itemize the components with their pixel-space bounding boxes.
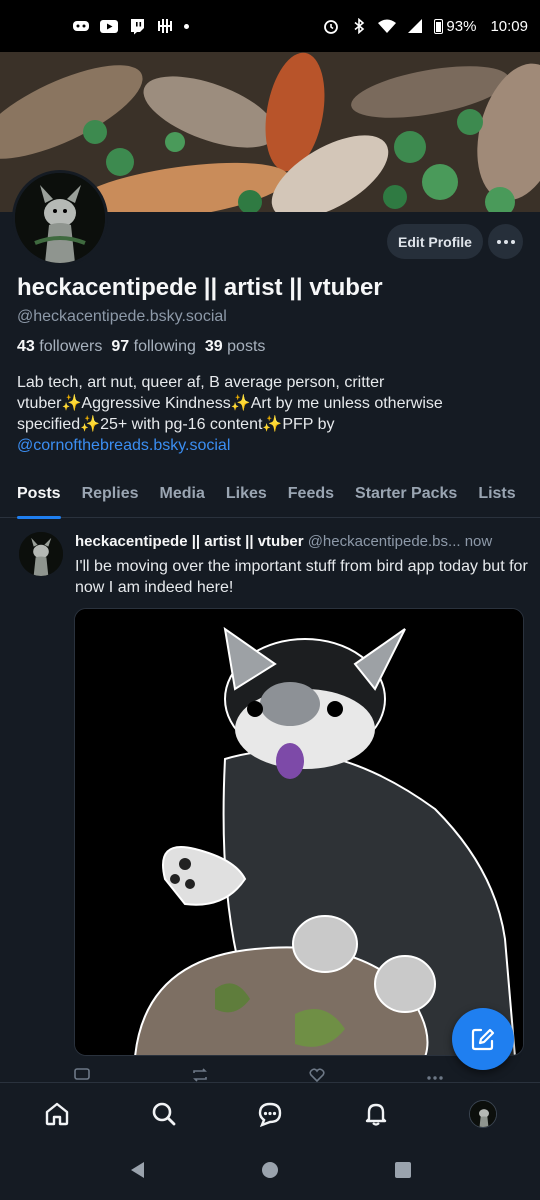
post-author-avatar[interactable] [19,532,63,576]
status-bar: 93% 10:09 [0,0,540,52]
post-image[interactable] [74,608,524,1056]
profile-bio: Lab tech, art nut, queer af, B average p… [17,372,527,456]
youtube-icon [100,17,118,35]
alarm-icon [322,17,340,35]
system-navigation [0,1144,540,1200]
back-icon[interactable] [128,1160,146,1185]
more-dot-icon [503,239,508,244]
bottom-navigation [0,1082,540,1144]
followers-label: followers [39,338,103,355]
edit-profile-button[interactable]: Edit Profile [387,224,483,259]
compose-icon [471,1028,495,1051]
post-timestamp[interactable]: now [465,533,493,550]
more-dot-icon [510,239,515,244]
home-circle-icon[interactable] [261,1161,279,1184]
battery-percent: 93% [446,17,477,35]
tab-starter-packs[interactable]: Starter Packs [355,474,457,518]
wifi-icon [378,17,397,35]
notification-dot [184,23,189,29]
search-icon [152,1102,175,1125]
signal-icon [406,17,424,35]
nav-profile[interactable] [461,1092,505,1136]
status-bar-right: 93% 10:09 [322,17,528,35]
clock: 10:09 [490,17,528,35]
tab-posts[interactable]: Posts [17,474,61,519]
profile-stats: 43 followers 97 following 39 posts [17,338,265,356]
following-count: 97 [111,338,130,355]
compose-post-button[interactable] [452,1008,514,1070]
posts-label: posts [227,338,266,355]
following-label: following [133,338,196,355]
profile-avatar [468,1099,497,1128]
nav-search[interactable] [142,1092,186,1136]
bluetooth-icon [350,17,368,35]
status-bar-left [72,17,189,35]
posts-count: 39 [204,338,223,355]
profile-handle: @heckacentipede.bsky.social [17,308,227,325]
post-header: heckacentipede || artist || vtuber @heck… [75,533,525,550]
profile-tabs: Posts Replies Media Likes Feeds Starter … [0,474,540,519]
more-dot-icon [496,239,501,244]
battery-icon [434,18,444,34]
profile-more-button[interactable] [488,224,523,259]
posts-stat: 39 posts [205,338,266,356]
profile-display-name: heckacentipede || artist || vtuber [17,274,383,301]
recents-icon[interactable] [394,1161,412,1184]
followers-stat[interactable]: 43 followers [17,338,102,356]
chat-icon [258,1102,282,1127]
nav-home[interactable] [35,1092,79,1136]
tab-feeds[interactable]: Feeds [288,474,334,518]
tab-likes[interactable]: Likes [226,474,267,518]
bio-mention-link[interactable]: @cornofthebreads.bsky.social [17,437,230,454]
post-text: I'll be moving over the important stuff … [75,558,528,596]
followers-count: 43 [17,338,35,355]
tab-replies[interactable]: Replies [82,474,139,518]
battery-indicator: 93% [434,18,476,35]
fitness-icon [156,17,174,35]
post-author-handle[interactable]: @heckacentipede.bs... [308,533,461,550]
twitch-icon [128,17,146,35]
post-author-name[interactable]: heckacentipede || artist || vtuber [75,533,304,550]
home-icon [45,1102,69,1125]
following-stat[interactable]: 97 following [111,338,196,356]
tab-lists[interactable]: Lists [478,474,515,518]
nav-notifications[interactable] [354,1092,398,1136]
nav-chat[interactable] [248,1092,292,1136]
bell-icon [366,1103,387,1126]
tab-media[interactable]: Media [160,474,205,518]
bio-text: Lab tech, art nut, queer af, B average p… [17,374,443,433]
profile-avatar-large[interactable] [12,170,108,266]
discord-icon [72,17,90,35]
